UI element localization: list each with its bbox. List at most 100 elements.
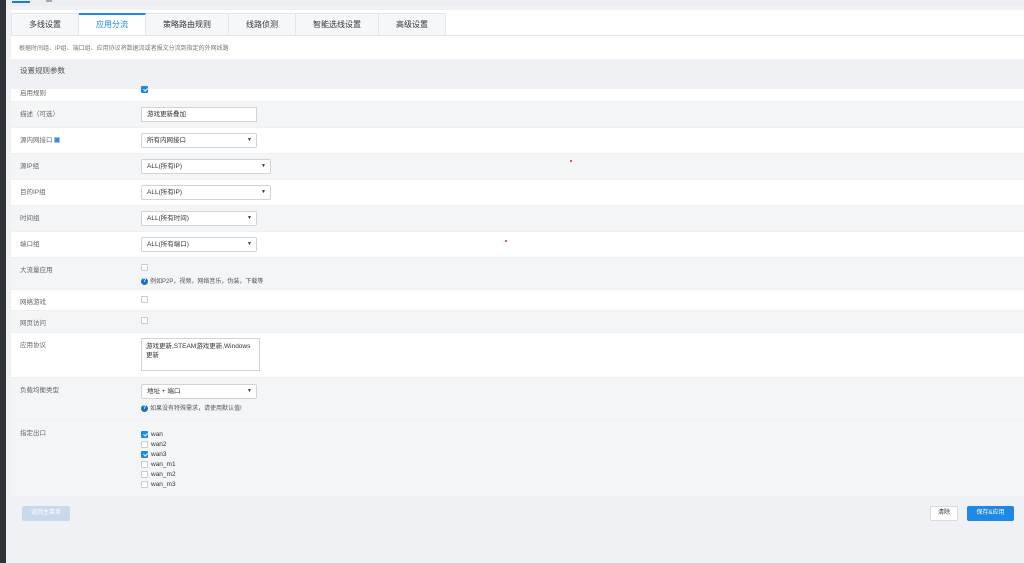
main-panel: 多线设置 应用分流 策略路由规则 线路侦测 智能选线设置 高级设置 根据时间组、…	[11, 10, 1024, 496]
chevron-down-icon: ▼	[261, 189, 266, 195]
row-enable-rule: 启用规则	[11, 81, 1024, 102]
egress-label-wan2: wan2	[151, 441, 167, 449]
chevron-down-icon: ▼	[247, 241, 252, 247]
row-remark: 描述（可选） 游戏更新叠加	[11, 102, 1024, 128]
heavy-traffic-hint-text: 例如P2P，视频，网络音乐，伪装，下载等	[150, 279, 264, 285]
back-button[interactable]: 返回主菜单	[22, 506, 70, 521]
tab-policy-routing[interactable]: 策略路由规则	[146, 13, 229, 35]
egress-option-wan-m3[interactable]: wan_m3	[141, 481, 176, 488]
dest-ip-group-value: ALL(所有IP)	[147, 189, 183, 196]
tab-multiline[interactable]: 多线设置	[11, 13, 79, 35]
help-icon: ?	[141, 277, 148, 285]
tab-advanced[interactable]: 高级设置	[379, 13, 446, 35]
left-sidebar-edge	[0, 0, 6, 563]
load-balance-label: 负载均衡类型	[20, 387, 59, 394]
egress-option-wan3[interactable]: wan3	[141, 451, 167, 458]
time-group-value: ALL(所有时间)	[147, 215, 189, 222]
chevron-down-icon: ▼	[247, 137, 252, 143]
row-app-protocol: 应用协议 游戏更新,STEAM游戏更新,Windows更新	[11, 333, 1024, 378]
dest-ip-group-label: 目的IP组	[20, 189, 46, 196]
clear-button[interactable]: 清除	[930, 506, 958, 521]
load-balance-select[interactable]: 地址 + 端口 ▼	[141, 384, 257, 399]
tab-divider	[11, 35, 1024, 36]
egress-checkbox-wan[interactable]	[141, 431, 148, 438]
source-interface-select[interactable]: 所有内网接口 ▼	[141, 133, 257, 148]
web-access-checkbox[interactable]	[141, 317, 148, 324]
web-access-ctrl	[141, 317, 148, 324]
time-group-select[interactable]: ALL(所有时间) ▼	[141, 211, 257, 226]
source-ip-group-value: ALL(所有IP)	[147, 163, 183, 170]
online-game-checkbox[interactable]	[141, 296, 148, 303]
top-strip-accent	[12, 1, 30, 3]
web-access-label: 网页访问	[20, 320, 46, 327]
load-balance-hint: ? 如果没有特殊需求，请使用默认值!	[141, 403, 242, 412]
enable-rule-checkbox[interactable]	[141, 86, 148, 93]
egress-checkbox-wan3[interactable]	[141, 451, 148, 458]
remark-input[interactable]: 游戏更新叠加	[141, 107, 257, 122]
top-strip-marker	[46, 0, 52, 2]
row-source-ip-group: 源IP组 ALL(所有IP) ▼	[11, 154, 1024, 180]
row-web-access: 网页访问	[11, 311, 1024, 333]
egress-label-wan3: wan3	[151, 451, 167, 459]
section-title: 设置规则参数	[20, 66, 65, 75]
info-icon[interactable]	[53, 137, 60, 144]
tab-smart-select[interactable]: 智能选线设置	[296, 13, 379, 35]
row-source-interface: 源内网接口 所有内网接口 ▼	[11, 128, 1024, 154]
enable-rule-ctrl	[141, 86, 148, 93]
alert-dot	[505, 240, 507, 242]
egress-label-wan-m3: wan_m3	[151, 481, 176, 489]
port-group-label: 端口组	[20, 241, 40, 248]
heavy-traffic-ctrl	[141, 264, 148, 271]
egress-checkbox-wan-m2[interactable]	[141, 471, 148, 478]
row-heavy-traffic: 大流量应用 ? 例如P2P，视频，网络音乐，伪装，下载等	[11, 258, 1024, 290]
heavy-traffic-checkbox[interactable]	[141, 264, 148, 271]
egress-label: 指定出口	[20, 430, 46, 437]
chevron-down-icon: ▼	[261, 163, 266, 169]
app-protocol-textarea[interactable]: 游戏更新,STEAM游戏更新,Windows更新	[141, 338, 260, 371]
chevron-down-icon: ▼	[247, 215, 252, 221]
footer-bar: 返回主菜单 清除 保存&应用	[11, 496, 1024, 529]
source-interface-label: 源内网接口	[20, 134, 60, 144]
enable-rule-label: 启用规则	[20, 90, 46, 97]
egress-label-wan: wan	[151, 431, 163, 439]
egress-label-wan-m2: wan_m2	[151, 471, 176, 479]
tab-bar: 多线设置 应用分流 策略路由规则 线路侦测 智能选线设置 高级设置	[11, 13, 446, 35]
heavy-traffic-label: 大流量应用	[20, 267, 53, 274]
help-icon: ?	[141, 404, 148, 412]
source-ip-group-select[interactable]: ALL(所有IP) ▼	[141, 159, 271, 174]
tab-line-detect[interactable]: 线路侦测	[229, 13, 296, 35]
load-balance-value: 地址 + 端口	[147, 388, 181, 395]
egress-option-wan-m1[interactable]: wan_m1	[141, 461, 176, 468]
source-interface-value: 所有内网接口	[147, 137, 186, 144]
port-group-select[interactable]: ALL(所有端口) ▼	[141, 237, 257, 252]
save-apply-button[interactable]: 保存&应用	[967, 506, 1014, 521]
tab-app-split[interactable]: 应用分流	[79, 13, 146, 35]
egress-checkbox-wan-m3[interactable]	[141, 481, 148, 488]
egress-label-wan-m1: wan_m1	[151, 461, 176, 469]
source-ip-group-label: 源IP组	[20, 163, 40, 170]
page-description: 根据时间组、IP组、端口组、应用协议将数据流或者报文分流到指定的外网线路	[19, 46, 229, 52]
row-egress: 指定出口 wan wan2 wan3 wan_m1 wan_m2 wan_m3	[11, 421, 1024, 496]
egress-checkbox-wan2[interactable]	[141, 441, 148, 448]
load-balance-hint-text: 如果没有特殊需求，请使用默认值!	[150, 406, 242, 412]
remark-label: 描述（可选）	[20, 111, 59, 118]
heavy-traffic-hint: ? 例如P2P，视频，网络音乐，伪装，下载等	[141, 276, 263, 285]
chevron-down-icon: ▼	[247, 388, 252, 394]
row-dest-ip-group: 目的IP组 ALL(所有IP) ▼	[11, 180, 1024, 206]
app-protocol-label: 应用协议	[20, 342, 46, 349]
source-interface-label-text: 源内网接口	[20, 137, 53, 144]
egress-option-wan[interactable]: wan	[141, 431, 163, 438]
online-game-label: 网络游戏	[20, 299, 46, 306]
dest-ip-group-select[interactable]: ALL(所有IP) ▼	[141, 185, 271, 200]
row-load-balance: 负载均衡类型 地址 + 端口 ▼ ? 如果没有特殊需求，请使用默认值!	[11, 378, 1024, 421]
alert-dot	[570, 160, 572, 162]
egress-checkbox-wan-m1[interactable]	[141, 461, 148, 468]
time-group-label: 时间组	[20, 215, 40, 222]
online-game-ctrl	[141, 296, 148, 303]
row-port-group: 端口组 ALL(所有端口) ▼	[11, 232, 1024, 258]
egress-option-wan2[interactable]: wan2	[141, 441, 167, 448]
top-strip	[6, 0, 1024, 6]
row-time-group: 时间组 ALL(所有时间) ▼	[11, 206, 1024, 232]
port-group-value: ALL(所有端口)	[147, 241, 189, 248]
egress-option-wan-m2[interactable]: wan_m2	[141, 471, 176, 478]
